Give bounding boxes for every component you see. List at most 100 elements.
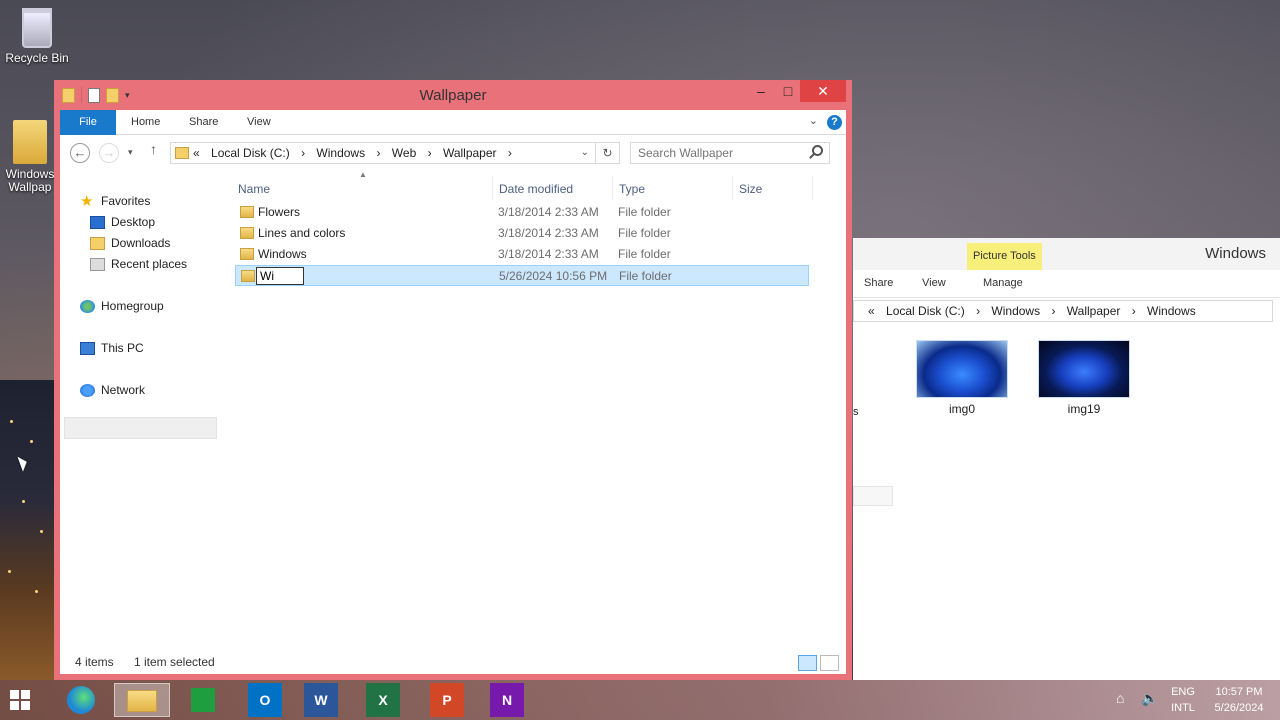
- ribbon-tabs: File Home Share View ⌄ ?: [60, 110, 846, 135]
- store-icon[interactable]: [186, 683, 220, 717]
- large-icons-view-icon[interactable]: [820, 655, 839, 671]
- navigation-bar: ← → ▾ ↑ « Local Disk (C:) › Windows › We…: [60, 135, 846, 171]
- tab-file[interactable]: File: [60, 110, 116, 135]
- maximize-button[interactable]: □: [774, 80, 802, 102]
- breadcrumb-windows[interactable]: Windows: [991, 304, 1040, 318]
- breadcrumb-separator[interactable]: ›: [1132, 304, 1136, 318]
- thumbnail-item[interactable]: img0: [916, 340, 1008, 416]
- excel-icon[interactable]: X: [366, 683, 400, 717]
- breadcrumb-local-disk[interactable]: Local Disk (C:): [211, 146, 290, 160]
- sort-ascending-icon: ▲: [359, 170, 367, 179]
- tab-manage[interactable]: Manage: [983, 277, 1023, 289]
- network-tray-icon[interactable]: ⌂: [1116, 690, 1124, 706]
- search-icon[interactable]: [812, 145, 823, 156]
- search-input[interactable]: [630, 142, 830, 164]
- breadcrumb-overflow[interactable]: «: [193, 146, 200, 160]
- breadcrumb-windows-current[interactable]: Windows: [1147, 304, 1196, 318]
- tab-share[interactable]: Share: [864, 277, 893, 289]
- tab-home[interactable]: Home: [131, 110, 160, 135]
- clock-time: 10:57 PM: [1215, 686, 1263, 698]
- sidebar-item-network[interactable]: Network: [80, 380, 145, 400]
- breadcrumb-windows[interactable]: Windows: [316, 146, 365, 160]
- sidebar-item-desktop[interactable]: Desktop: [90, 212, 155, 232]
- windows-start-icon[interactable]: [10, 690, 30, 710]
- column-divider[interactable]: [612, 176, 613, 200]
- breadcrumb-separator[interactable]: ›: [508, 146, 512, 160]
- sidebar-item-recent-places[interactable]: Recent places: [90, 254, 187, 274]
- chevron-down-icon[interactable]: ⌄: [581, 143, 589, 163]
- breadcrumb-separator[interactable]: ›: [301, 146, 305, 160]
- homegroup-icon: [80, 300, 95, 314]
- forward-button[interactable]: →: [99, 143, 119, 163]
- file-explorer-icon[interactable]: [114, 683, 170, 717]
- breadcrumb-web[interactable]: Web: [392, 146, 416, 160]
- column-date-modified[interactable]: Date modified: [499, 182, 573, 196]
- column-divider[interactable]: [732, 176, 733, 200]
- picture-tools-tab[interactable]: Picture Tools: [967, 243, 1042, 270]
- column-divider[interactable]: [492, 176, 493, 200]
- breadcrumb-overflow[interactable]: «: [868, 304, 875, 318]
- title-bar[interactable]: Picture Tools Windows: [853, 238, 1280, 270]
- refresh-icon[interactable]: ↻: [595, 143, 619, 163]
- folder-shortcut-icon: [13, 120, 47, 164]
- desktop-icon-recycle-bin[interactable]: Recycle Bin: [0, 8, 74, 65]
- table-row[interactable]: Flowers 3/18/2014 2:33 AM File folder: [235, 202, 809, 223]
- folder-icon: [240, 206, 254, 218]
- folder-icon: [241, 270, 255, 282]
- close-button[interactable]: ✕: [800, 80, 846, 102]
- volume-icon[interactable]: 🔈: [1141, 690, 1158, 706]
- recycle-bin-icon: [22, 8, 52, 48]
- onenote-icon[interactable]: N: [490, 683, 524, 717]
- computer-icon: [80, 342, 95, 356]
- word-icon[interactable]: W: [304, 683, 338, 717]
- chevron-down-icon[interactable]: ⌄: [809, 114, 818, 127]
- edge-icon[interactable]: [64, 683, 98, 717]
- tab-view[interactable]: View: [247, 110, 271, 135]
- selection-count: 1 item selected: [134, 655, 215, 669]
- clock[interactable]: 10:57 PM 5/26/2024: [1206, 684, 1272, 716]
- window-title: Windows: [1205, 245, 1266, 262]
- language-indicator[interactable]: ENG INTL: [1168, 684, 1198, 716]
- tab-view[interactable]: View: [922, 277, 946, 289]
- sidebar-item-homegroup[interactable]: Homegroup: [80, 296, 164, 316]
- table-row[interactable]: Lines and colors 3/18/2014 2:33 AM File …: [235, 223, 809, 244]
- sidebar-item-downloads[interactable]: Downloads: [90, 233, 170, 253]
- background-explorer-window[interactable]: Picture Tools Windows Share View Manage …: [853, 238, 1280, 680]
- explorer-window[interactable]: ▾ Wallpaper – □ ✕ File Home Share View ⌄…: [54, 80, 852, 680]
- breadcrumb-wallpaper[interactable]: Wallpaper: [1067, 304, 1121, 318]
- tab-share[interactable]: Share: [189, 110, 218, 135]
- up-button[interactable]: ↑: [150, 141, 157, 157]
- sidebar-item-this-pc[interactable]: This PC: [80, 338, 144, 358]
- breadcrumb-separator[interactable]: ›: [1051, 304, 1055, 318]
- table-row[interactable]: Windows 3/18/2014 2:33 AM File folder: [235, 244, 809, 265]
- column-divider[interactable]: [812, 176, 813, 200]
- sidebar-item-favorites[interactable]: ★ Favorites: [80, 191, 150, 211]
- recent-locations-button[interactable]: ▾: [128, 147, 133, 158]
- address-bar[interactable]: « Local Disk (C:) › Windows › Web › Wall…: [170, 142, 620, 164]
- outlook-icon[interactable]: O: [248, 683, 282, 717]
- wallpaper-thumbnail-image: [1038, 340, 1130, 398]
- address-bar[interactable]: « Local Disk (C:) › Windows › Wallpaper …: [853, 300, 1273, 322]
- file-name: Lines and colors: [258, 226, 346, 240]
- column-name[interactable]: Name: [238, 182, 270, 196]
- help-icon[interactable]: ?: [827, 115, 842, 130]
- thumbnail-item[interactable]: img19: [1038, 340, 1130, 416]
- rename-input[interactable]: [256, 267, 304, 285]
- powerpoint-icon[interactable]: P: [430, 683, 464, 717]
- sidebar-item-label: Desktop: [111, 215, 156, 229]
- column-size[interactable]: Size: [739, 182, 762, 196]
- breadcrumb-separator[interactable]: ›: [428, 146, 432, 160]
- breadcrumb-separator[interactable]: ›: [376, 146, 380, 160]
- details-view-icon[interactable]: [798, 655, 817, 671]
- breadcrumb-separator[interactable]: ›: [976, 304, 980, 318]
- language-code: ENG: [1171, 686, 1195, 698]
- desktop-icon: [90, 216, 105, 230]
- table-row-selected[interactable]: 5/26/2024 10:56 PM File folder: [235, 265, 809, 286]
- navigation-pane: ★ Favorites Desktop Downloads Recent plac…: [60, 171, 230, 611]
- column-type[interactable]: Type: [619, 182, 645, 196]
- breadcrumb-wallpaper[interactable]: Wallpaper: [443, 146, 497, 160]
- breadcrumb-local-disk[interactable]: Local Disk (C:): [886, 304, 965, 318]
- file-date: 3/18/2014 2:33 AM: [498, 247, 599, 261]
- minimize-button[interactable]: –: [747, 80, 775, 102]
- back-button[interactable]: ←: [70, 143, 90, 163]
